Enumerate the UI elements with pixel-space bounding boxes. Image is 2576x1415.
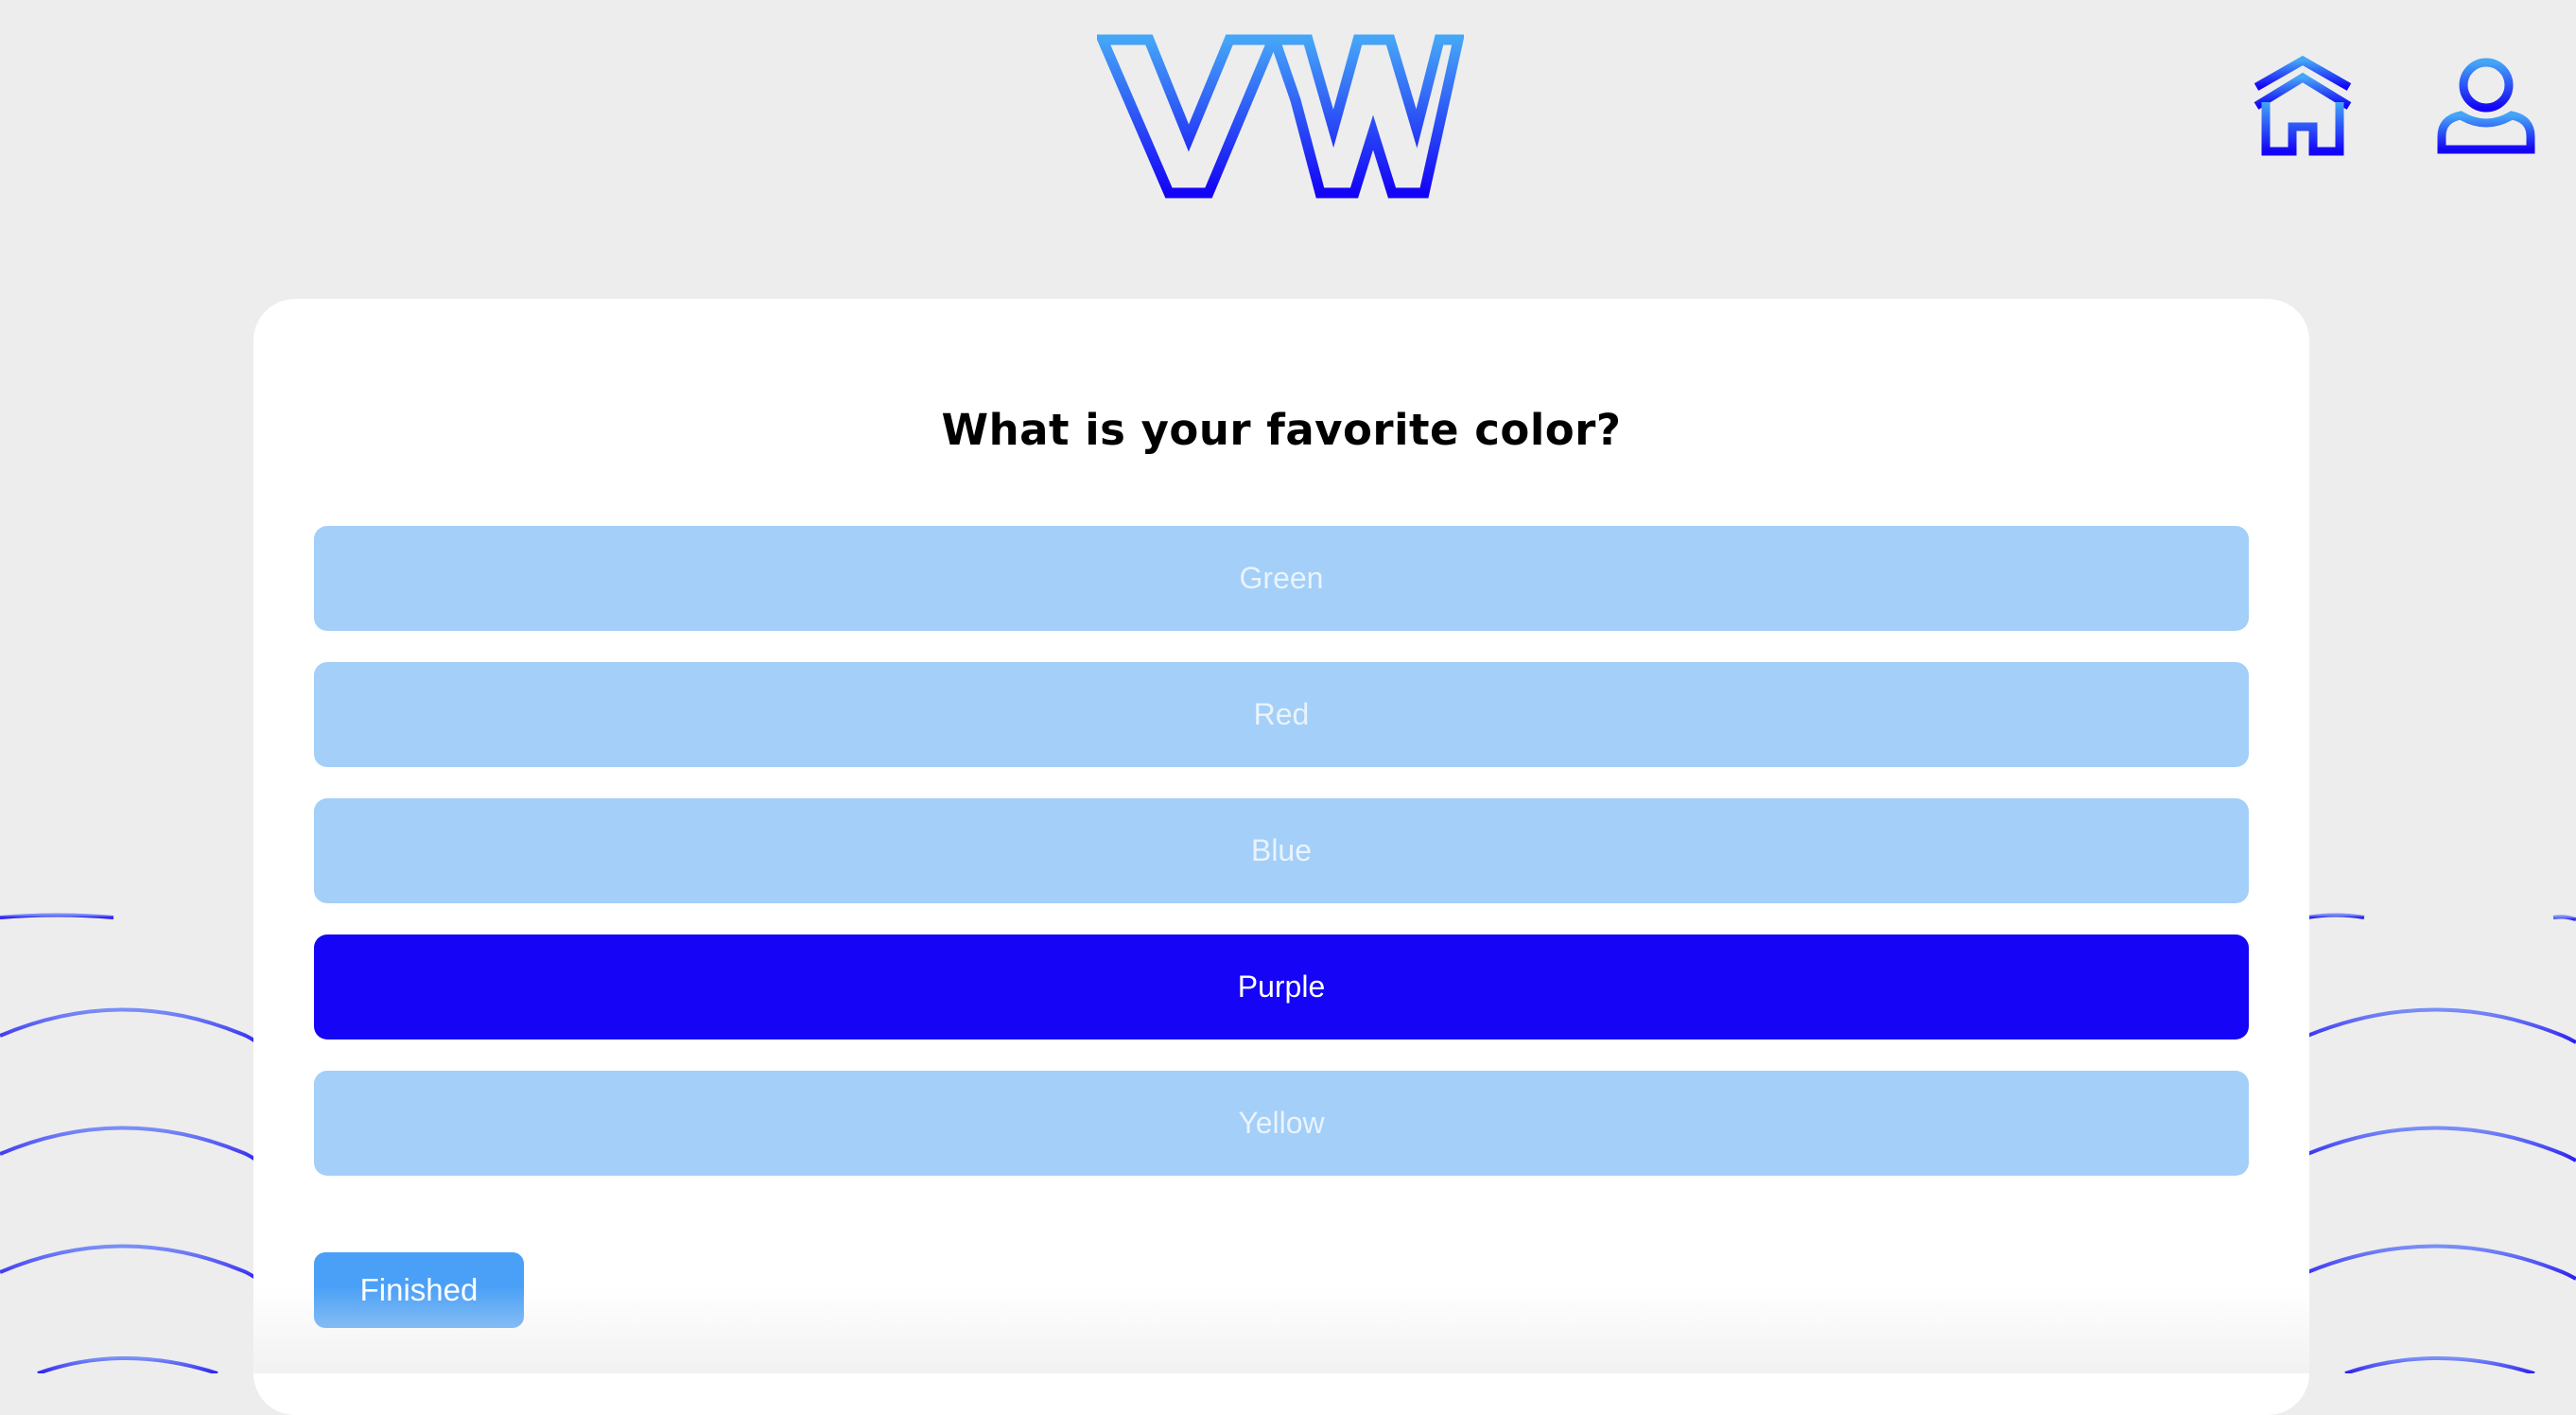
answer-options: Green Red Blue Purple Yellow xyxy=(314,526,2249,1207)
finished-button[interactable]: Finished xyxy=(314,1252,524,1328)
answer-option-yellow[interactable]: Yellow xyxy=(314,1071,2249,1176)
question-title: What is your favorite color? xyxy=(941,405,1622,455)
answer-option-purple[interactable]: Purple xyxy=(314,935,2249,1039)
answer-option-blue[interactable]: Blue xyxy=(314,798,2249,903)
profile-button[interactable] xyxy=(2434,53,2538,157)
home-icon xyxy=(2254,55,2352,156)
user-icon xyxy=(2437,58,2535,154)
vw-logo[interactable] xyxy=(1094,34,1465,199)
answer-option-green[interactable]: Green xyxy=(314,526,2249,631)
quiz-card: What is your favorite color? Green Red Blu… xyxy=(253,299,2309,1415)
answer-option-red[interactable]: Red xyxy=(314,662,2249,767)
home-button[interactable] xyxy=(2251,53,2355,157)
logo-icon xyxy=(1094,34,1465,199)
